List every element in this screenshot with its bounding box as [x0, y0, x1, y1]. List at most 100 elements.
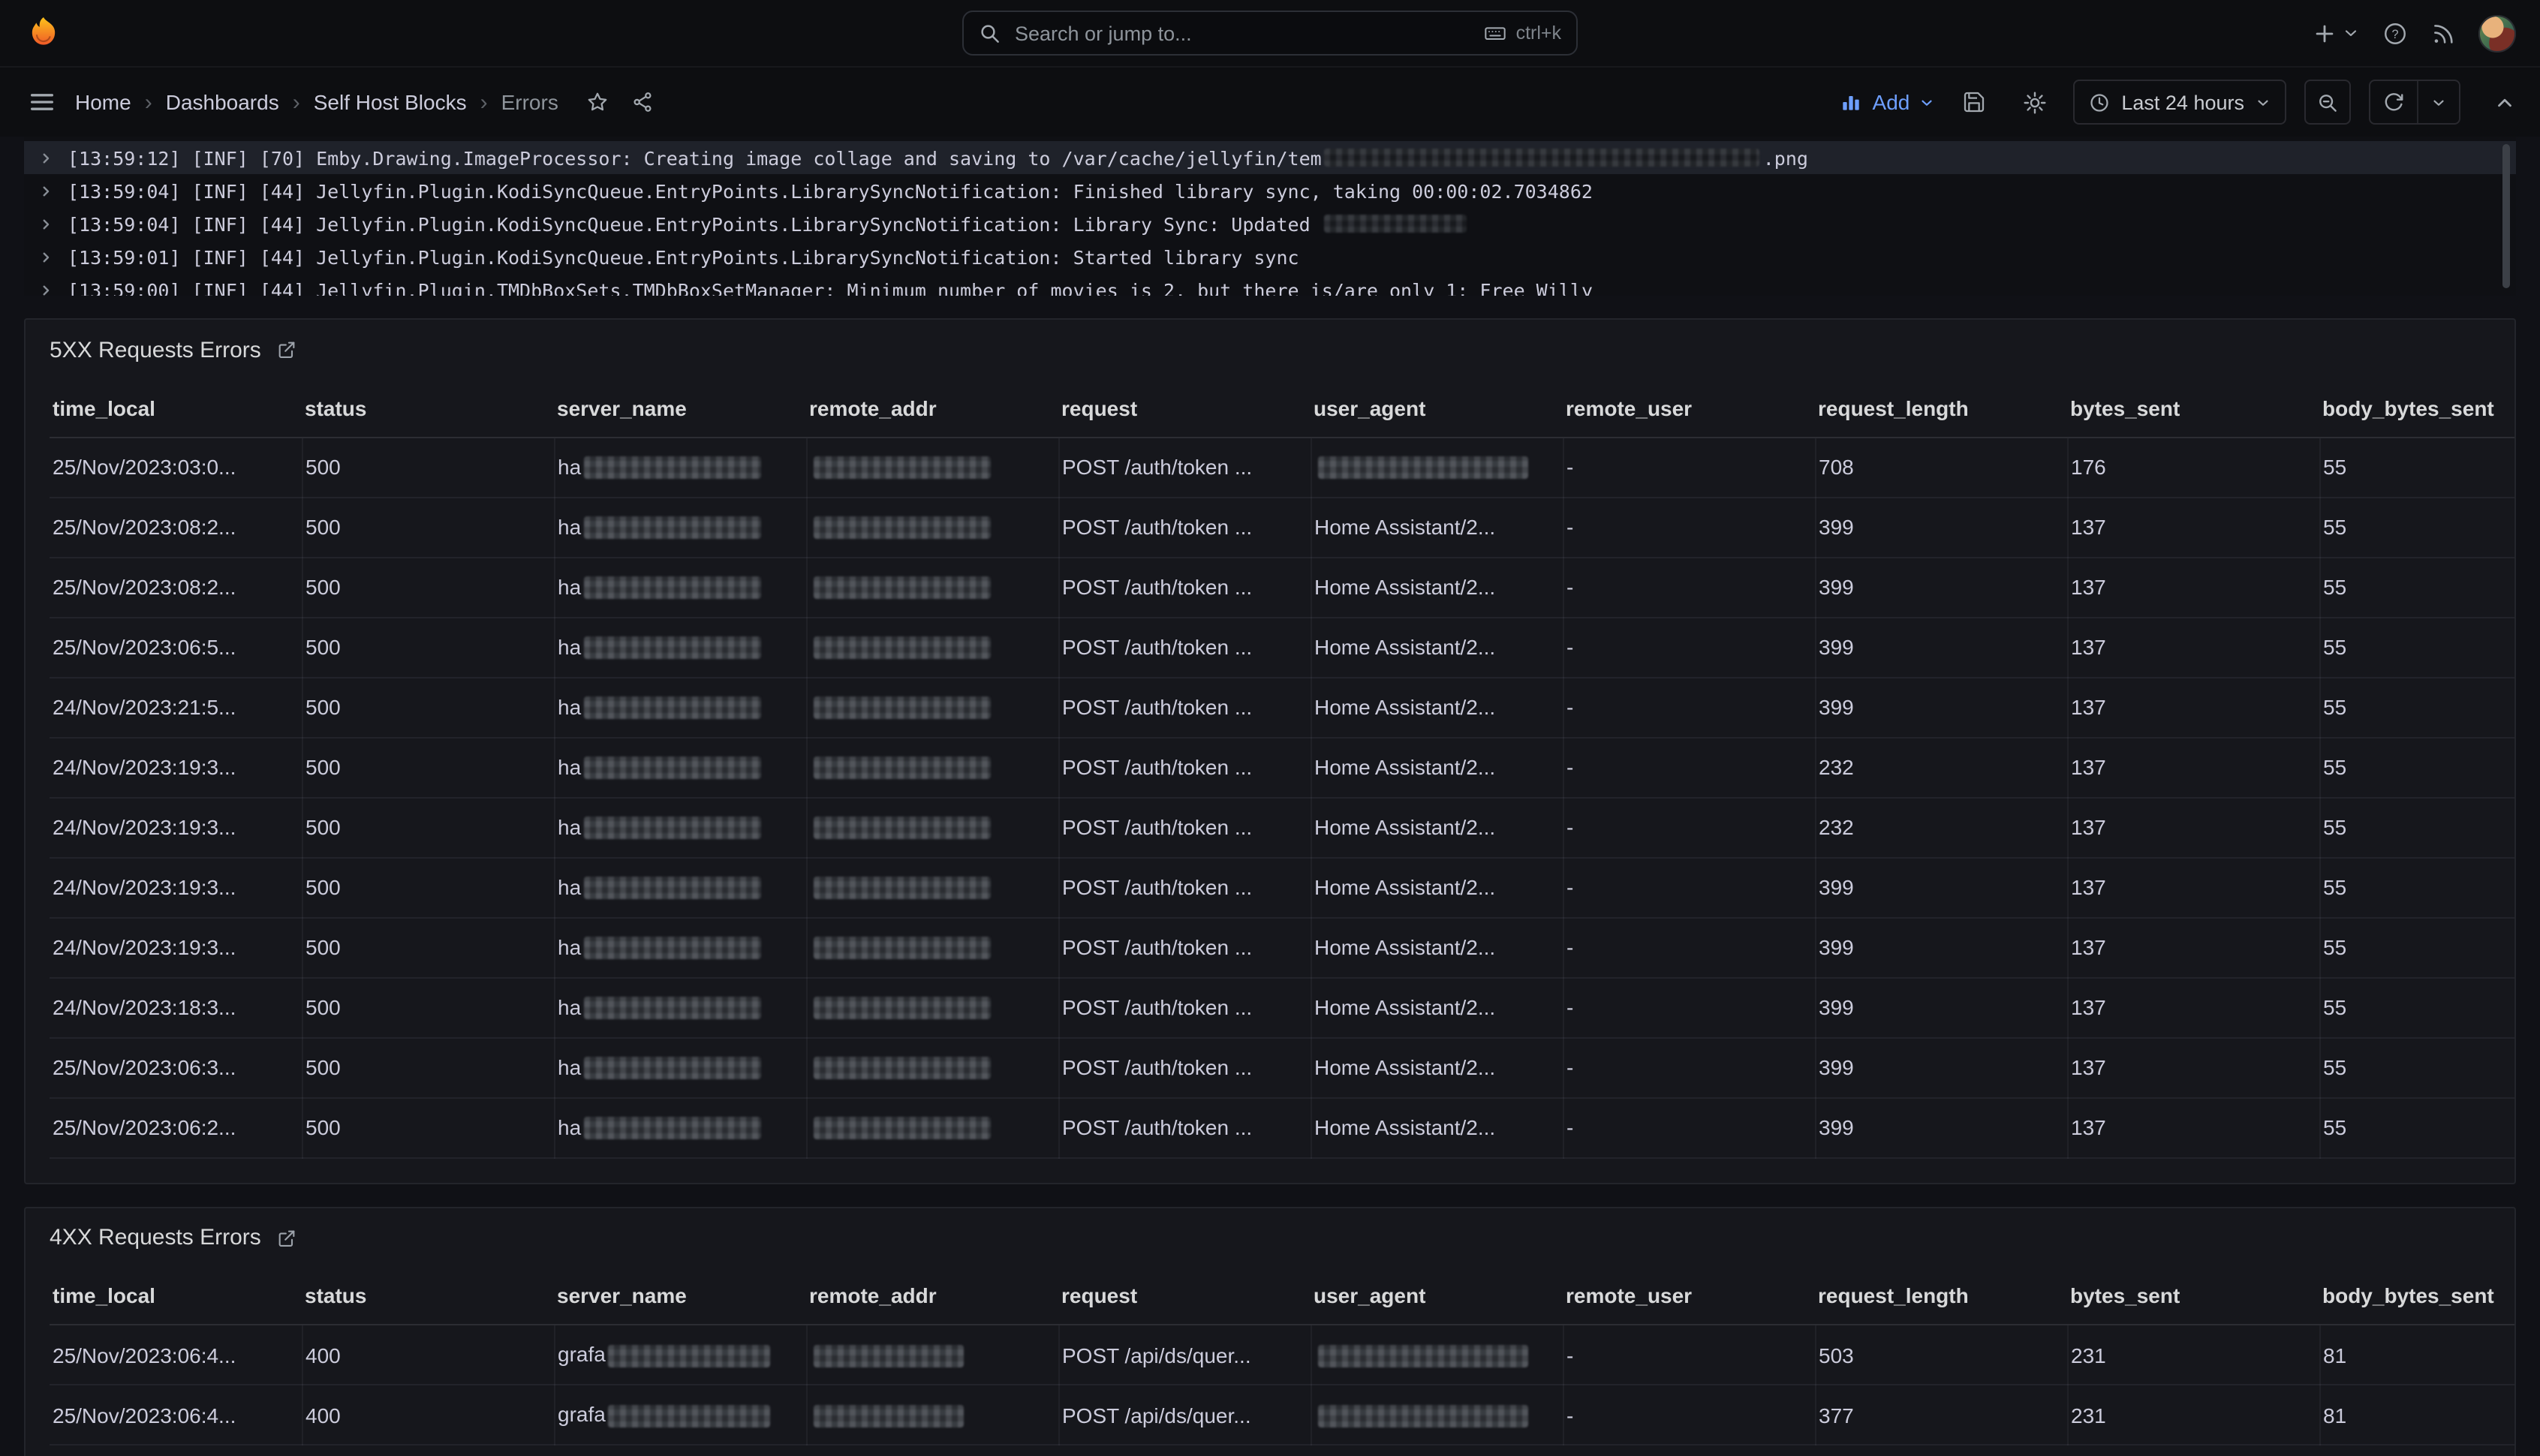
column-header-bytes_sent[interactable]: bytes_sent [2067, 380, 2319, 437]
text: ha [558, 814, 581, 838]
table-cell: 25/Nov/2023:08:2... [50, 497, 302, 557]
time-range-picker[interactable]: Last 24 hours [2073, 80, 2286, 125]
external-link-icon[interactable] [276, 1227, 297, 1248]
column-header-status[interactable]: status [302, 1268, 554, 1325]
breadcrumb-item[interactable]: Home [75, 90, 131, 114]
dashboard-settings-button[interactable] [2013, 81, 2055, 123]
collapse-toolbar-button[interactable] [2493, 91, 2516, 113]
zoom-out-button[interactable] [2304, 80, 2351, 125]
breadcrumb-item[interactable]: Errors [501, 90, 558, 114]
breadcrumb-separator: › [480, 89, 488, 115]
column-header-time_local[interactable]: time_local [50, 380, 302, 437]
column-header-request_length[interactable]: request_length [1815, 1268, 2067, 1325]
column-header-remote_addr[interactable]: remote_addr [806, 380, 1058, 437]
table-cell: 500 [302, 497, 554, 557]
news-button[interactable] [2430, 20, 2456, 46]
table-row: 25/Nov/2023:06:4...400grafaPOST /api/ds/… [50, 1385, 2516, 1445]
column-header-remote_user[interactable]: remote_user [1563, 1268, 1815, 1325]
column-header-request[interactable]: request [1058, 1268, 1311, 1325]
table-cell: ha [554, 977, 806, 1037]
column-header-request[interactable]: request [1058, 380, 1311, 437]
table-row: 24/Nov/2023:21:5...500haPOST /auth/token… [50, 677, 2516, 737]
table-cell: 231 [2067, 1385, 2319, 1445]
help-button[interactable]: ? [2382, 20, 2408, 46]
expand-log-icon[interactable] [39, 283, 53, 296]
table-cell [806, 1325, 1058, 1385]
redacted-block [584, 517, 761, 540]
table-cell: grafa [554, 1385, 806, 1445]
mega-menu-toggle[interactable] [24, 84, 60, 120]
external-link-icon[interactable] [276, 339, 297, 360]
table-cell: 503 [1815, 1325, 2067, 1385]
panel-title[interactable]: 5XX Requests Errors [50, 337, 261, 362]
table-row: 25/Nov/2023:06:3...500haPOST /auth/token… [50, 1037, 2516, 1097]
table-cell: 24/Nov/2023:19:3... [50, 917, 302, 977]
panel-4xx-requests-errors: 4XX Requests Errors time_localstatusserv… [24, 1206, 2516, 1456]
table-cell: - [1563, 437, 1815, 497]
table-cell: POST /auth/token ... [1058, 737, 1311, 797]
column-header-server_name[interactable]: server_name [554, 1268, 806, 1325]
svg-text:?: ? [2391, 27, 2398, 41]
table-cell [806, 917, 1058, 977]
log-row: [13:59:01] [INF] [44] Jellyfin.Plugin.Ko… [24, 240, 2516, 273]
favorite-star-icon[interactable] [585, 90, 609, 114]
table-row: 25/Nov/2023:08:2...500haPOST /auth/token… [50, 497, 2516, 557]
expand-log-icon[interactable] [39, 217, 53, 230]
add-panel-button[interactable]: Add [1840, 90, 1936, 114]
table-cell [806, 677, 1058, 737]
expand-log-icon[interactable] [39, 250, 53, 263]
table-cell: 400 [302, 1385, 554, 1445]
column-header-body_bytes_sent[interactable]: body_bytes_sent [2319, 380, 2516, 437]
panel-5xx-requests-errors: 5XX Requests Errors time_localstatusserv… [24, 318, 2516, 1184]
panel-title[interactable]: 4XX Requests Errors [50, 1225, 261, 1250]
refresh-interval-dropdown[interactable] [2417, 81, 2459, 123]
column-header-bytes_sent[interactable]: bytes_sent [2067, 1268, 2319, 1325]
user-avatar[interactable] [2478, 14, 2516, 52]
column-header-user_agent[interactable]: user_agent [1311, 1268, 1563, 1325]
table-cell: Home Assistant/2... [1311, 917, 1563, 977]
column-header-remote_user[interactable]: remote_user [1563, 380, 1815, 437]
table-row: 25/Nov/2023:03:0...500haPOST /auth/token… [50, 437, 2516, 497]
redacted-block [584, 577, 761, 600]
expand-log-icon[interactable] [39, 184, 53, 197]
table-cell: - [1563, 737, 1815, 797]
table-cell: - [1563, 1037, 1815, 1097]
text: ha [558, 874, 581, 898]
table-cell: 176 [2067, 437, 2319, 497]
table-cell: 500 [302, 557, 554, 617]
table-cell: 24/Nov/2023:19:3... [50, 737, 302, 797]
column-header-body_bytes_sent[interactable]: body_bytes_sent [2319, 1268, 2516, 1325]
table-row: 25/Nov/2023:06:4...400grafaPOST /api/ds/… [50, 1325, 2516, 1385]
table-cell: 55 [2319, 857, 2516, 917]
add-new-menu-button[interactable] [2312, 20, 2360, 46]
column-header-time_local[interactable]: time_local [50, 1268, 302, 1325]
table-cell: 500 [302, 917, 554, 977]
table-cell: POST /auth/token ... [1058, 857, 1311, 917]
column-header-user_agent[interactable]: user_agent [1311, 380, 1563, 437]
table-cell: Home Assistant/2... [1311, 1037, 1563, 1097]
redacted-block [813, 877, 990, 900]
scrollbar-thumb[interactable] [2502, 144, 2510, 288]
refresh-button[interactable] [2370, 81, 2417, 123]
breadcrumb-item[interactable]: Self Host Blocks [314, 90, 467, 114]
table-cell: 232 [1815, 797, 2067, 857]
search-shortcut: ctrl+k [1483, 21, 1561, 45]
table-cell: 25/Nov/2023:06:5... [50, 617, 302, 677]
search-input[interactable]: Search or jump to... ctrl+k [962, 11, 1578, 56]
table-cell: 55 [2319, 557, 2516, 617]
column-header-server_name[interactable]: server_name [554, 380, 806, 437]
breadcrumb-item[interactable]: Dashboards [166, 90, 279, 114]
table-cell [806, 437, 1058, 497]
table-cell: 81 [2319, 1385, 2516, 1445]
expand-log-icon[interactable] [39, 151, 53, 164]
table-cell: 81 [2319, 1325, 2516, 1385]
save-dashboard-button[interactable] [1953, 81, 1995, 123]
table-cell: 25/Nov/2023:06:3... [50, 1037, 302, 1097]
redacted-block [813, 697, 990, 720]
share-icon[interactable] [630, 90, 655, 114]
grafana-logo-icon[interactable] [24, 14, 63, 53]
column-header-request_length[interactable]: request_length [1815, 380, 2067, 437]
column-header-remote_addr[interactable]: remote_addr [806, 1268, 1058, 1325]
table-cell: 399 [1815, 917, 2067, 977]
column-header-status[interactable]: status [302, 380, 554, 437]
